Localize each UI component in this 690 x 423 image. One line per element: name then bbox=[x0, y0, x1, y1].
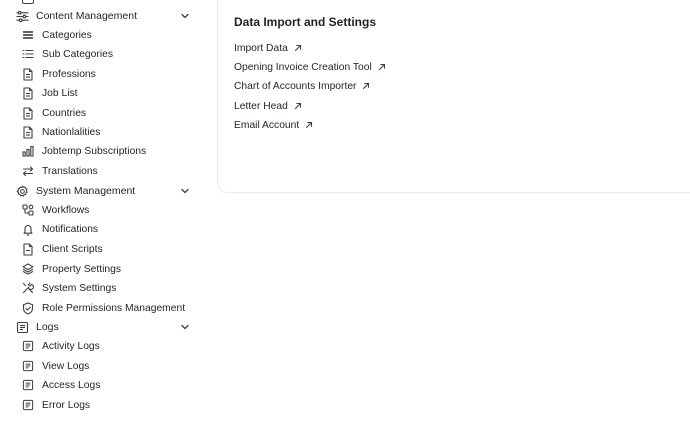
arrow-up-right-icon bbox=[362, 82, 370, 90]
sidebar-item-label: Countries bbox=[42, 107, 87, 119]
list-icon bbox=[20, 46, 36, 62]
sidebar-group-content-management[interactable]: Content Management bbox=[14, 7, 192, 25]
sidebar-item-label: System Settings bbox=[42, 282, 117, 294]
sidebar-group-system-management[interactable]: System Management bbox=[14, 182, 192, 200]
file-icon bbox=[20, 241, 36, 257]
sidebar-item-countries[interactable]: Countries bbox=[20, 104, 195, 122]
link-opening-invoice-creation-tool[interactable]: Opening Invoice Creation Tool bbox=[234, 59, 386, 75]
sidebar-item-view-logs[interactable]: View Logs bbox=[20, 357, 195, 375]
arrow-up-right-icon bbox=[378, 63, 386, 71]
link-label: Import Data bbox=[234, 42, 288, 54]
sliders-icon bbox=[14, 8, 30, 24]
gear-icon bbox=[14, 183, 30, 199]
sidebar-item-label: Workflows bbox=[42, 204, 90, 216]
link-letter-head[interactable]: Letter Head bbox=[234, 98, 302, 114]
sidebar-item-label: Job List bbox=[42, 87, 78, 99]
link-label: Letter Head bbox=[234, 100, 288, 112]
link-chart-of-accounts-importer[interactable]: Chart of Accounts Importer bbox=[234, 78, 370, 94]
arrow-up-right-icon bbox=[305, 121, 313, 129]
sidebar-item-jobtemp-subscriptions[interactable]: Jobtemp Subscriptions bbox=[20, 142, 195, 160]
sidebar-group-label: Content Management bbox=[36, 10, 137, 22]
sidebar-item-label: Professions bbox=[42, 68, 96, 80]
log-file-icon bbox=[20, 397, 36, 413]
link-label: Opening Invoice Creation Tool bbox=[234, 61, 372, 73]
link-label: Chart of Accounts Importer bbox=[234, 80, 357, 92]
card-title: Data Import and Settings bbox=[234, 15, 377, 29]
chevron-down-icon[interactable] bbox=[178, 9, 192, 23]
chevron-down-icon[interactable] bbox=[178, 320, 192, 334]
sidebar-item-label: Translations bbox=[42, 165, 98, 177]
bar-chart-icon bbox=[20, 143, 36, 159]
sidebar-item-client-scripts[interactable]: Client Scripts bbox=[20, 240, 195, 258]
sidebar-item-label: Jobtemp Subscriptions bbox=[42, 145, 147, 157]
sidebar-item-translations[interactable]: Translations bbox=[20, 162, 195, 180]
sidebar-item-label: Categories bbox=[42, 29, 92, 41]
sidebar-item-label: Access Logs bbox=[42, 379, 101, 391]
sidebar-item-label: View Logs bbox=[42, 360, 90, 372]
link-email-account[interactable]: Email Account bbox=[234, 117, 313, 133]
log-file-icon bbox=[20, 338, 36, 354]
file-text-icon bbox=[20, 85, 36, 101]
bell-icon bbox=[20, 221, 36, 237]
sidebar-item-nationalities[interactable]: Nationlalities bbox=[20, 123, 195, 141]
link-label: Email Account bbox=[234, 119, 300, 131]
sidebar-group-label: Logs bbox=[36, 321, 59, 333]
sidebar-item-label: Client Scripts bbox=[42, 243, 103, 255]
arrow-up-right-icon bbox=[294, 44, 302, 52]
log-file-icon bbox=[20, 358, 36, 374]
sidebar-item-professions[interactable]: Professions bbox=[20, 65, 195, 83]
sidebar-group-label: System Management bbox=[36, 185, 136, 197]
sidebar-item-sub-categories[interactable]: Sub Categories bbox=[20, 45, 195, 63]
chevron-down-icon[interactable] bbox=[178, 184, 192, 198]
sidebar-item-categories[interactable]: Categories bbox=[20, 26, 195, 44]
sidebar-item-role-permissions-management[interactable]: Role Permissions Management bbox=[20, 299, 195, 317]
sidebar-group-logs[interactable]: Logs bbox=[14, 318, 192, 336]
sidebar-item-label: Sub Categories bbox=[42, 48, 113, 60]
log-file-icon bbox=[20, 377, 36, 393]
menu-lines-icon bbox=[20, 27, 36, 43]
sidebar-item-error-logs[interactable]: Error Logs bbox=[20, 396, 195, 414]
sidebar-item-label: Nationlalities bbox=[42, 126, 101, 138]
sidebar-item-workflows[interactable]: Workflows bbox=[20, 201, 195, 219]
sidebar-item-label: Role Permissions Management bbox=[42, 302, 186, 314]
file-text-icon bbox=[20, 66, 36, 82]
workflow-icon bbox=[20, 202, 36, 218]
sidebar-item-access-logs[interactable]: Access Logs bbox=[20, 376, 195, 394]
layers-icon bbox=[20, 261, 36, 277]
swap-arrows-icon bbox=[20, 163, 36, 179]
file-text-icon bbox=[20, 105, 36, 121]
sidebar: Content Management Categories Sub Catego… bbox=[0, 0, 200, 423]
log-file-icon bbox=[14, 319, 30, 335]
tools-icon bbox=[20, 280, 36, 296]
sidebar-item-system-settings[interactable]: System Settings bbox=[20, 279, 195, 297]
sidebar-item-label: Property Settings bbox=[42, 263, 121, 275]
file-text-icon bbox=[20, 124, 36, 140]
partial-item-icon bbox=[22, 0, 34, 4]
sidebar-item-label: Error Logs bbox=[42, 399, 91, 411]
shield-icon bbox=[20, 300, 36, 316]
link-import-data[interactable]: Import Data bbox=[234, 40, 302, 56]
sidebar-item-activity-logs[interactable]: Activity Logs bbox=[20, 337, 195, 355]
sidebar-item-label: Activity Logs bbox=[42, 340, 100, 352]
sidebar-item-notifications[interactable]: Notifications bbox=[20, 220, 195, 238]
sidebar-item-label: Notifications bbox=[42, 223, 99, 235]
sidebar-item-property-settings[interactable]: Property Settings bbox=[20, 260, 195, 278]
sidebar-item-job-list[interactable]: Job List bbox=[20, 84, 195, 102]
arrow-up-right-icon bbox=[294, 102, 302, 110]
